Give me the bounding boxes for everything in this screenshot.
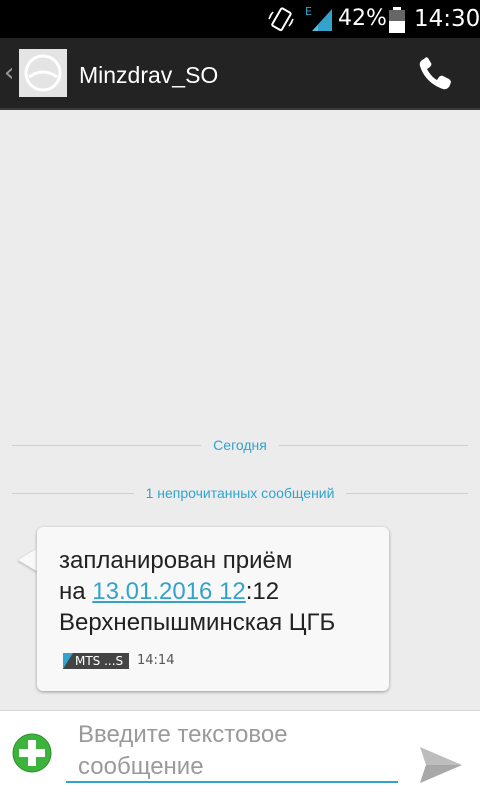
date-label: Сегодня	[213, 437, 267, 453]
clock: 14:30	[414, 6, 480, 32]
message-text: запланирован приём на 13.01.2016 12:12 В…	[59, 545, 335, 638]
date-link[interactable]: 13.01.2016 12	[92, 578, 245, 605]
incoming-message[interactable]: запланирован приём на 13.01.2016 12:12 В…	[37, 527, 389, 691]
status-bar: E 42% 14:30	[0, 0, 480, 38]
add-attachment-icon[interactable]	[12, 733, 52, 773]
divider-line	[278, 444, 468, 446]
message-line: на 13.01.2016 12:12	[59, 576, 335, 607]
svg-text:E: E	[305, 5, 312, 18]
message-prefix: на	[59, 578, 93, 605]
divider-line	[12, 444, 202, 446]
vibrate-icon	[268, 7, 294, 32]
message-time: 14:14	[137, 653, 175, 668]
contact-name[interactable]: Minzdrav_SO	[79, 62, 218, 88]
message-line: запланирован приём	[59, 547, 293, 574]
contact-placeholder-icon	[24, 54, 62, 92]
compose-bar	[0, 710, 480, 800]
phone-call-icon[interactable]	[416, 56, 456, 92]
message-line: Верхнепышминская ЦГБ	[59, 609, 336, 636]
battery-percent: 42%	[338, 6, 387, 31]
divider-line	[346, 492, 469, 494]
send-icon[interactable]	[418, 745, 464, 785]
date-divider: Сегодня	[12, 437, 468, 453]
back-icon[interactable]: ‹	[4, 60, 14, 86]
bubble-tail	[18, 548, 38, 572]
contact-avatar[interactable]	[19, 49, 67, 97]
divider-line	[12, 492, 134, 494]
message-suffix: :12	[245, 578, 280, 605]
unread-divider: 1 непрочитанных сообщений	[12, 485, 469, 501]
conversation-header: ‹ Minzdrav_SO	[0, 38, 480, 110]
message-input[interactable]	[66, 715, 398, 783]
unread-label: 1 непрочитанных сообщений	[145, 485, 335, 501]
sim-badge: MTS ...S	[63, 653, 130, 669]
battery-icon	[389, 7, 405, 33]
signal-icon: E	[305, 5, 332, 31]
